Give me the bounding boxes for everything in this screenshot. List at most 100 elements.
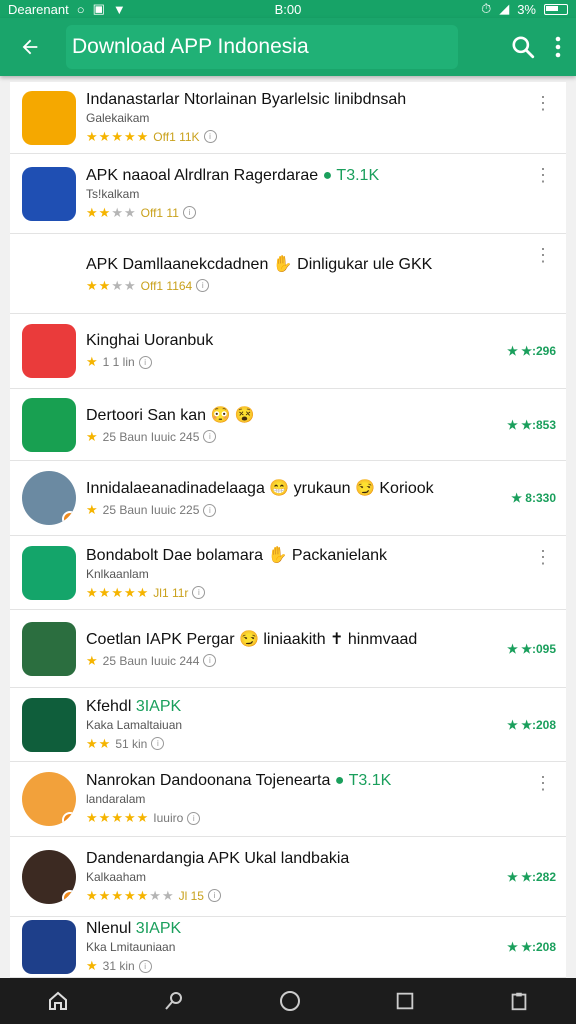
item-menu-icon[interactable]: ⋮ bbox=[534, 774, 552, 792]
orange-home-icon bbox=[22, 90, 76, 145]
star-icon: ★ bbox=[86, 887, 98, 903]
star-empty-icon: ★ bbox=[111, 204, 123, 220]
alarm-icon: ⏱ bbox=[481, 1, 492, 16]
item-rating: ★ 1 1 lin i bbox=[86, 354, 566, 370]
item-rating: ★ ★ 51 kin i bbox=[86, 736, 566, 752]
cast-icon: ○ bbox=[76, 1, 85, 17]
item-score: ★ 8:330 bbox=[511, 491, 556, 505]
item-title: Kinghai Uoranbuk bbox=[86, 332, 214, 349]
green-app-icon bbox=[22, 397, 76, 452]
recents-icon[interactable] bbox=[394, 990, 416, 1012]
star-icon: ★ bbox=[98, 584, 111, 600]
list-item[interactable]: Coetlan IAPK Pergar 😏 liniaakith ✝ hinmv… bbox=[10, 610, 566, 688]
info-icon: i bbox=[151, 737, 165, 750]
star-icon: ★ bbox=[86, 128, 98, 144]
item-subtitle: Galekaikam bbox=[86, 110, 150, 125]
update-badge-icon: ↑ bbox=[62, 812, 76, 826]
list-item[interactable]: Bondabolt Dae bolamara ✋ Packanielank Knl… bbox=[10, 536, 566, 610]
star-empty-icon: ★ bbox=[149, 887, 161, 903]
home-circle-icon[interactable] bbox=[278, 989, 302, 1013]
item-menu-icon[interactable]: ⋮ bbox=[534, 246, 552, 264]
search-field[interactable]: Download APP Indonesia bbox=[66, 25, 458, 69]
list-item[interactable]: ↑ Dandenardangia APK Ukal landbakia Kalkaa… bbox=[10, 837, 566, 917]
list-item[interactable]: ↑ Innidalaeanadinadelaaga 😁 yrukaun 😏 Kor… bbox=[10, 461, 566, 536]
star-empty-icon: ★ bbox=[161, 887, 174, 903]
item-meta: APK Damllaanekcdadnen ✋ Dinligukar ule G… bbox=[86, 254, 566, 294]
star-icon: ★ bbox=[86, 584, 98, 600]
item-title: Dertoori San kan 😳 😵 bbox=[86, 406, 255, 424]
star-icon: ★ bbox=[98, 277, 111, 293]
star-icon: ★ bbox=[123, 810, 136, 825]
list-item[interactable]: ↑ Nanrokan Dandoonana Tojenearta ● T3.1K l… bbox=[10, 762, 566, 837]
info-icon: i bbox=[187, 811, 201, 825]
item-title: Bondabolt Dae bolamara ✋ Packanielank bbox=[86, 546, 387, 564]
star-empty-icon: ★ bbox=[123, 277, 136, 293]
search-field-text: Download APP Indonesia bbox=[72, 35, 309, 58]
list-item[interactable]: Dertoori San kan 😳 😵 ★ 25 Baun Iuuic 245 i ★… bbox=[10, 389, 566, 461]
list-item[interactable]: APK Damllaanekcdadnen ✋ Dinligukar ule G… bbox=[10, 234, 566, 314]
item-meta: Innidalaeanadinadelaaga 😁 yrukaun 😏 Kori… bbox=[86, 478, 566, 518]
item-meta: Nlenul 3IAPK Kka Lmitauniaan ★ 31 kin i bbox=[86, 920, 566, 974]
item-meta: Dertoori San kan 😳 😵 ★ 25 Baun Iuuic 245 i bbox=[86, 405, 566, 445]
red-cam-icon bbox=[22, 324, 76, 378]
item-score: ★ ★:208 bbox=[507, 717, 556, 732]
item-title: APK naaoal Alrdlran Ragerdarae ● T3.1K bbox=[86, 166, 380, 184]
item-subtitle: Kalkaaham bbox=[86, 869, 147, 884]
info-icon: i bbox=[196, 279, 210, 292]
star-icon: ★ bbox=[98, 887, 111, 903]
item-title: Dandenardangia APK Ukal landbakia bbox=[86, 849, 350, 867]
star-icon: ★ bbox=[111, 584, 123, 600]
star-icon: ★ bbox=[123, 887, 136, 903]
temple-icon bbox=[22, 621, 76, 676]
update-badge-icon: ↑ bbox=[62, 889, 76, 904]
item-subtitle: Knlkaanlam bbox=[86, 566, 149, 581]
item-rating: ★ ★ ★ ★ ★ ★ ★ Jl 15 i bbox=[86, 888, 566, 904]
more-vert-icon[interactable] bbox=[554, 36, 562, 58]
item-score: ★ ★:095 bbox=[507, 641, 556, 656]
signal-icon: ◢ bbox=[499, 1, 510, 16]
star-icon: ★ bbox=[98, 128, 111, 144]
item-meta: Kfehdl 3IAPK Kaka Lamaltaiuan ★ ★ 51 kin i bbox=[86, 698, 566, 752]
clipboard-icon[interactable] bbox=[508, 990, 530, 1012]
home-icon[interactable] bbox=[46, 989, 70, 1013]
list-item[interactable]: Kfehdl 3IAPK Kaka Lamaltaiuan ★ ★ 51 kin i ★ ★… bbox=[10, 688, 566, 762]
star-icon: ★ bbox=[98, 810, 111, 825]
battery-text: 3% bbox=[517, 1, 536, 17]
search-icon[interactable] bbox=[510, 34, 536, 60]
item-meta: Dandenardangia APK Ukal landbakia Kalkaah… bbox=[86, 850, 566, 904]
item-menu-icon[interactable]: ⋮ bbox=[534, 548, 552, 566]
item-title: Indanastarlar Ntorlainan Byarlelsic lini… bbox=[86, 90, 407, 108]
item-rating: ★ 25 Baun Iuuic 225 i bbox=[86, 502, 566, 518]
item-title: Nanrokan Dandoonana Tojenearta ● T3.1K bbox=[86, 772, 392, 789]
star-icon: ★ bbox=[136, 128, 149, 144]
star-icon: ★ bbox=[98, 735, 111, 751]
star-empty-icon: ★ bbox=[123, 204, 136, 220]
item-rating: ★ 25 Baun Iuuic 245 i bbox=[86, 429, 566, 445]
star-icon: ★ bbox=[136, 887, 149, 903]
item-menu-icon[interactable]: ⋮ bbox=[534, 166, 552, 184]
list-item[interactable]: Kinghai Uoranbuk ★ 1 1 lin i ★ ★:296 bbox=[10, 314, 566, 389]
star-icon: ★ bbox=[86, 428, 98, 444]
item-rating: ★ ★ ★ ★ ★ Iuuiro i bbox=[86, 810, 566, 826]
star-icon: ★ bbox=[86, 652, 98, 668]
item-subtitle: landaralam bbox=[86, 792, 146, 806]
star-icon: ★ bbox=[123, 584, 136, 600]
wifi-icon: ▼ bbox=[112, 1, 126, 17]
list-item[interactable]: Indanastarlar Ntorlainan Byarlelsic lini… bbox=[10, 82, 566, 154]
portrait-icon: ↑ bbox=[22, 849, 76, 904]
item-title: Innidalaeanadinadelaaga 😁 yrukaun 😏 Kori… bbox=[86, 480, 434, 497]
list-item[interactable]: APK naaoal Alrdlran Ragerdarae ● T3.1K Ts… bbox=[10, 154, 566, 234]
system-nav-bar bbox=[0, 978, 576, 1024]
search-nav-icon[interactable] bbox=[162, 989, 186, 1013]
list-item[interactable]: Nlenul 3IAPK Kka Lmitauniaan ★ 31 kin i ★ ★:2… bbox=[10, 917, 566, 978]
back-button[interactable] bbox=[10, 27, 50, 67]
item-meta: Nanrokan Dandoonana Tojenearta ● T3.1K la… bbox=[86, 772, 566, 826]
update-badge-icon: ↑ bbox=[62, 511, 76, 525]
star-icon: ★ bbox=[86, 277, 98, 293]
item-menu-icon[interactable]: ⋮ bbox=[534, 94, 552, 112]
man-avatar-icon: ↑ bbox=[22, 471, 76, 525]
carrier-label: Dearenant bbox=[8, 1, 69, 17]
item-title: Coetlan IAPK Pergar 😏 liniaakith ✝ hinmv… bbox=[86, 630, 418, 648]
star-icon: ★ bbox=[98, 204, 111, 220]
star-icon: ★ bbox=[86, 354, 98, 369]
